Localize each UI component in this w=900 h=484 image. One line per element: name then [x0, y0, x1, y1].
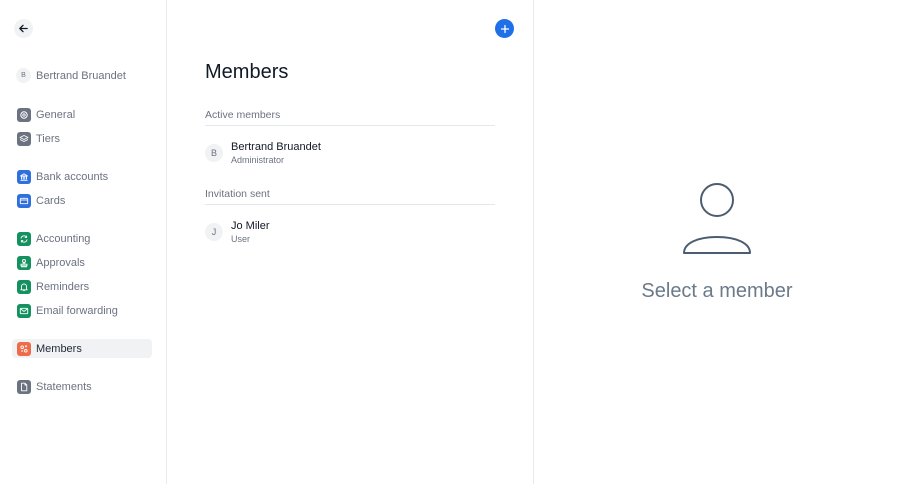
sidebar-item-members[interactable]: Members — [12, 339, 152, 358]
plus-icon — [500, 24, 509, 33]
page-title: Members — [205, 61, 289, 83]
sidebar-item-label: Email forwarding — [36, 304, 118, 317]
sidebar-item-general[interactable]: General — [12, 105, 152, 124]
member-role: User — [231, 234, 251, 244]
current-user[interactable]: B Bertrand Bruandet — [16, 68, 126, 83]
sidebar-item-email-forwarding[interactable]: Email forwarding — [12, 301, 152, 320]
sidebar-item-cards[interactable]: Cards — [12, 191, 152, 210]
bank-icon — [17, 169, 31, 184]
sidebar-item-label: Reminders — [36, 280, 90, 293]
sync-icon — [17, 231, 31, 246]
sidebar-item-approvals[interactable]: Approvals — [12, 253, 152, 272]
sidebar-item-label: Cards — [36, 194, 66, 207]
member-row[interactable]: B Bertrand Bruandet Administrator — [205, 140, 321, 166]
sidebar-item-label: Accounting — [36, 232, 91, 245]
avatar: B — [205, 144, 223, 162]
arrow-left-icon — [19, 24, 28, 33]
member-role: Administrator — [231, 155, 285, 165]
add-member-button[interactable] — [495, 19, 514, 38]
invitation-sent-header: Invitation sent — [205, 188, 495, 205]
user-icon — [683, 183, 751, 254]
active-members-header: Active members — [205, 109, 495, 126]
sidebar-item-statements[interactable]: Statements — [12, 377, 152, 396]
sidebar-item-tiers[interactable]: Tiers — [12, 129, 152, 148]
document-icon — [17, 379, 31, 394]
member-name: Jo Miler — [231, 220, 270, 232]
sidebar-item-label: Tiers — [36, 132, 61, 145]
stamp-icon — [17, 255, 31, 270]
user-name: Bertrand Bruandet — [36, 69, 126, 82]
member-detail-panel: Select a member — [534, 0, 900, 484]
empty-state-text: Select a member — [641, 280, 793, 302]
member-info: Jo Miler User — [231, 219, 270, 245]
avatar: B — [16, 68, 31, 83]
sidebar-item-label: Statements — [36, 380, 92, 393]
back-button[interactable] — [14, 19, 33, 38]
sidebar-item-label: General — [36, 108, 76, 121]
sidebar: B Bertrand Bruandet General Tiers Bank a… — [0, 0, 167, 484]
card-icon — [17, 193, 31, 208]
sidebar-item-reminders[interactable]: Reminders — [12, 277, 152, 296]
sidebar-item-accounting[interactable]: Accounting — [12, 229, 152, 248]
members-panel: Members Active members B Bertrand Bruand… — [167, 0, 534, 484]
sidebar-item-label: Bank accounts — [36, 170, 109, 183]
member-info: Bertrand Bruandet Administrator — [231, 140, 321, 166]
member-row[interactable]: J Jo Miler User — [205, 219, 270, 245]
layers-icon — [17, 131, 31, 146]
people-icon — [17, 341, 31, 356]
sidebar-item-bank-accounts[interactable]: Bank accounts — [12, 167, 152, 186]
bell-icon — [17, 279, 31, 294]
app-window: B Bertrand Bruandet General Tiers Bank a… — [0, 0, 900, 484]
mail-icon — [17, 303, 31, 318]
avatar: J — [205, 223, 223, 241]
sidebar-item-label: Approvals — [36, 256, 85, 269]
member-name: Bertrand Bruandet — [231, 141, 321, 153]
gear-icon — [17, 107, 31, 122]
sidebar-item-label: Members — [36, 342, 82, 355]
